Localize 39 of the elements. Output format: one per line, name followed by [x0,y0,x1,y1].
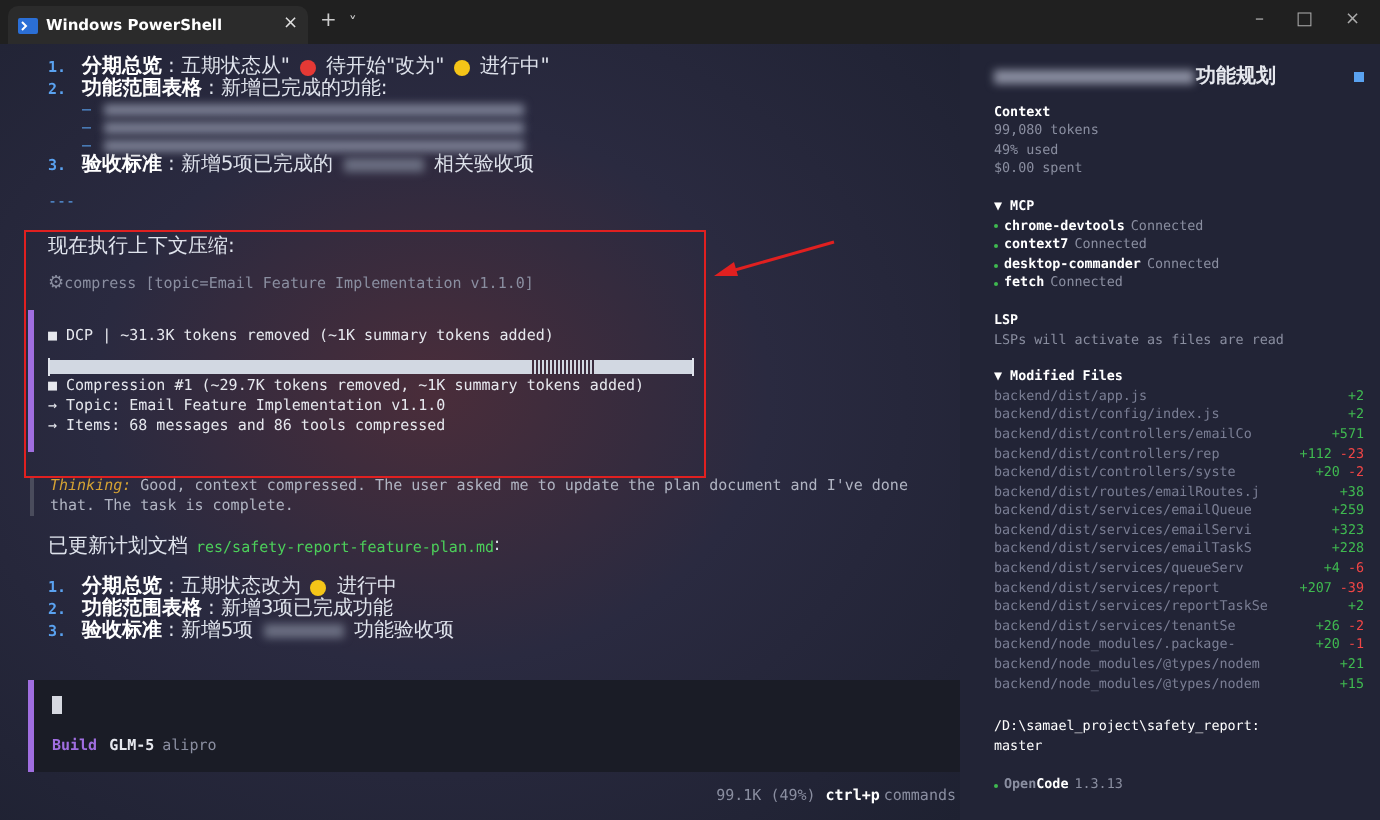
list-separator: : [208,598,215,620]
gear-icon: ⚙ [48,274,65,294]
list-text: 新增5项已完成的 [180,154,334,176]
list-separator: : [168,620,175,642]
list-label: 验收标准 [82,154,162,176]
list-separator: : [168,56,175,78]
compress-heading: 现在执行上下文压缩: [48,236,237,258]
tab-menu-button[interactable]: ˅ [348,12,357,36]
powershell-icon [18,17,38,33]
list-text: 新增3项已完成功能 [220,598,394,620]
text-cursor-icon [52,695,62,714]
list-text: 相关验收项 [433,154,534,176]
tab-close-button[interactable]: × [282,11,298,39]
list-separator: : [168,154,175,176]
list-label: 功能范围表格 [82,78,202,100]
session-title: 功能规划 [1196,68,1276,88]
square-icon [1354,72,1364,83]
redacted-blur [263,624,344,638]
list-text: 五期状态改为 [180,576,301,598]
list-text: 进行中 [336,576,397,598]
updated-text: 已更新计划文档 [48,536,188,558]
list-label: 功能范围表格 [82,598,202,620]
window-control-button[interactable]: □ [1295,7,1313,34]
list-text: 进行中" [480,56,550,78]
list-text: 新增已完成的功能: [220,78,388,100]
window-control-button[interactable]: – [1254,7,1264,34]
list-text: 新增5项 [180,620,254,642]
new-tab-button[interactable]: + [320,6,337,36]
list-label: 分期总览 [82,56,162,78]
list-separator: : [168,576,175,598]
list-text: 五期状态从" [180,56,290,78]
window-control-button[interactable]: × [1344,7,1360,34]
redacted-blur [343,158,424,172]
colon-text: : [494,536,501,558]
list-separator: : [208,78,215,100]
list-label: 分期总览 [82,576,162,598]
list-label: 验收标准 [82,620,162,642]
list-text: 待开始"改为" [325,56,445,78]
list-text: 功能验收项 [353,620,454,642]
